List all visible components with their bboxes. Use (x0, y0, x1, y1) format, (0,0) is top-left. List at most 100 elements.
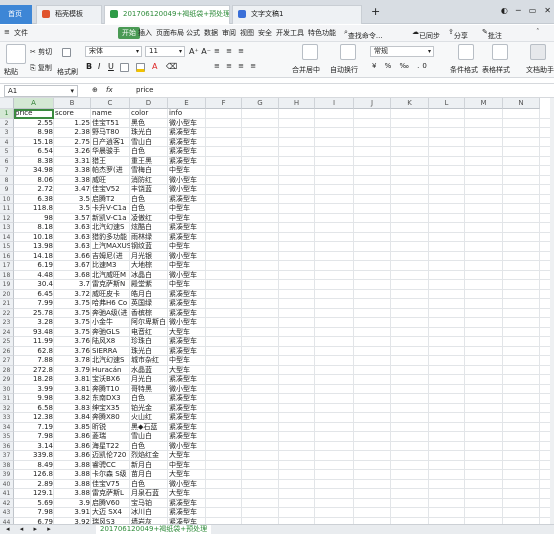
name-box-dropdown-icon[interactable]: ▾ (70, 86, 74, 96)
row-header[interactable]: 10 (0, 194, 14, 204)
minimize-button[interactable]: ─ (516, 6, 521, 15)
table-cell[interactable]: 3.57 (54, 214, 91, 224)
table-cell[interactable]: 紧凑型车 (168, 157, 206, 167)
column-header-L[interactable]: L (429, 98, 465, 109)
table-cell[interactable]: 迈凯伦720 (91, 451, 130, 461)
row-header[interactable]: 16 (0, 251, 14, 261)
menu-formula[interactable]: 公式 (186, 28, 200, 38)
tab-templates[interactable]: 稻壳模板 (36, 5, 102, 24)
table-cell[interactable]: Huracán (91, 366, 130, 376)
table-cell[interactable]: 3.5 (54, 195, 91, 205)
row-header[interactable]: 30 (0, 384, 14, 394)
table-cell[interactable]: 陆风X8 (91, 337, 130, 347)
row-header[interactable]: 20 (0, 289, 14, 299)
menu-file[interactable]: 文件 (14, 28, 28, 38)
table-cell[interactable]: 殿堂紫 (130, 280, 168, 290)
table-cell[interactable]: 中型车 (168, 280, 206, 290)
table-cell[interactable]: 6.19 (14, 261, 54, 271)
table-cell[interactable]: 苗月白 (130, 470, 168, 480)
table-cell[interactable]: 帕杰罗(进 (91, 166, 130, 176)
wrap-button[interactable]: 自动换行 (330, 65, 358, 75)
table-cell[interactable]: 8.98 (14, 128, 54, 138)
table-cell[interactable]: 启腾V60 (91, 499, 130, 509)
table-cell[interactable]: 睿骋CC (91, 461, 130, 471)
table-cell[interactable]: 卡升V-C1a (91, 204, 130, 214)
table-cell[interactable]: 15.18 (14, 138, 54, 148)
row-header[interactable]: 23 (0, 318, 14, 328)
table-cell[interactable]: 白色 (130, 480, 168, 490)
number-format-icons[interactable]: ¥ % ‰ .0 (372, 62, 430, 70)
menu-review[interactable]: 审阅 (222, 28, 236, 38)
table-cell[interactable]: 中型车 (168, 204, 206, 214)
column-header-K[interactable]: K (391, 98, 429, 109)
column-header-G[interactable]: G (242, 98, 279, 109)
table-cell[interactable]: 3.75 (54, 318, 91, 328)
border-icon[interactable] (120, 63, 129, 72)
table-cell[interactable]: 3.88 (54, 461, 91, 471)
table-cell[interactable]: 3.63 (54, 223, 91, 233)
row-header[interactable]: 36 (0, 441, 14, 451)
table-cell[interactable]: 大型车 (168, 366, 206, 376)
wrap-icon[interactable] (340, 44, 356, 60)
table-cell[interactable]: 8.49 (14, 461, 54, 471)
row-header[interactable]: 31 (0, 394, 14, 404)
cloud-sync[interactable]: ☁ 已同步 (412, 28, 440, 40)
clear-format-icon[interactable]: ⌫ (166, 62, 177, 71)
table-cell[interactable]: 3.75 (54, 299, 91, 309)
table-cell[interactable]: 上汽MAXUS (91, 242, 130, 252)
table-cell[interactable]: 3.68 (54, 271, 91, 281)
table-cell[interactable]: 卡尔森 S级 (91, 470, 130, 480)
table-cell[interactable]: 3.26 (54, 147, 91, 157)
column-header-D[interactable]: D (130, 98, 168, 109)
row-header[interactable]: 38 (0, 460, 14, 470)
table-cell[interactable]: 雪山白 (130, 138, 168, 148)
table-cell[interactable]: 威旺 (91, 176, 130, 186)
table-cell[interactable]: 3.66 (54, 252, 91, 262)
table-cell[interactable]: 12.38 (14, 413, 54, 423)
table-cell[interactable]: 白色 (130, 442, 168, 452)
table-cell[interactable]: 奔腾T10 (91, 385, 130, 395)
table-cell[interactable]: 7.88 (14, 356, 54, 366)
table-cell[interactable]: 冰川白 (130, 508, 168, 518)
table-cell[interactable]: 微小型车 (168, 176, 206, 186)
table-cell[interactable]: 新月白 (130, 461, 168, 471)
skin-icon[interactable]: ◐ (501, 6, 508, 15)
table-cell[interactable]: 消防红 (130, 176, 168, 186)
copy-button[interactable]: ⎘ 复制 (30, 63, 52, 73)
table-cell[interactable]: 3.76 (54, 347, 91, 357)
fx-icon[interactable]: fx (106, 86, 113, 94)
table-cell[interactable]: 阿尔卑斯白 (130, 318, 168, 328)
row-header[interactable]: 3 (0, 128, 14, 138)
row-header[interactable]: 26 (0, 346, 14, 356)
table-cell[interactable]: 海星T22 (91, 442, 130, 452)
table-cell[interactable]: 272.8 (14, 366, 54, 376)
table-cell[interactable]: 大型车 (168, 489, 206, 499)
bold-button[interactable]: B (86, 62, 92, 71)
table-cell[interactable]: 微小型车 (168, 480, 206, 490)
table-cell[interactable]: 3.75 (54, 309, 91, 319)
table-cell[interactable]: 紧凑型车 (168, 375, 206, 385)
table-cell[interactable]: 8.18 (14, 223, 54, 233)
header-cell[interactable]: color (130, 109, 168, 119)
vertical-scrollbar[interactable] (550, 98, 554, 524)
format-painter-icon[interactable] (62, 48, 71, 57)
table-cell[interactable]: 3.78 (54, 356, 91, 366)
table-cell[interactable]: 黑色 (130, 119, 168, 129)
tab-doc[interactable]: 文字文稿1 (232, 5, 362, 24)
menu-insert[interactable]: 插入 (138, 28, 152, 38)
select-all-corner[interactable] (0, 98, 14, 109)
table-cell[interactable]: 佳宝V52 (91, 185, 130, 195)
spreadsheet-grid[interactable]: A B C D E F G H I J K L M N 1 price score name color info 2 2… (0, 98, 550, 524)
menu-layout[interactable]: 页面布局 (156, 28, 184, 38)
row-header[interactable]: 32 (0, 403, 14, 413)
table-cell[interactable]: 中型车 (168, 242, 206, 252)
table-cell[interactable]: 3.38 (54, 176, 91, 186)
fill-color-icon[interactable] (136, 63, 145, 72)
search-command[interactable]: ⌕ 查找命令... (344, 28, 383, 40)
row-header[interactable]: 37 (0, 451, 14, 461)
table-cell[interactable]: 野马T80 (91, 128, 130, 138)
conditional-format-button[interactable]: 条件格式 (450, 65, 478, 75)
table-cell[interactable]: 奔腾X80 (91, 413, 130, 423)
table-cell[interactable]: 3.75 (54, 328, 91, 338)
collapse-ribbon-icon[interactable]: ˆ (536, 28, 540, 36)
